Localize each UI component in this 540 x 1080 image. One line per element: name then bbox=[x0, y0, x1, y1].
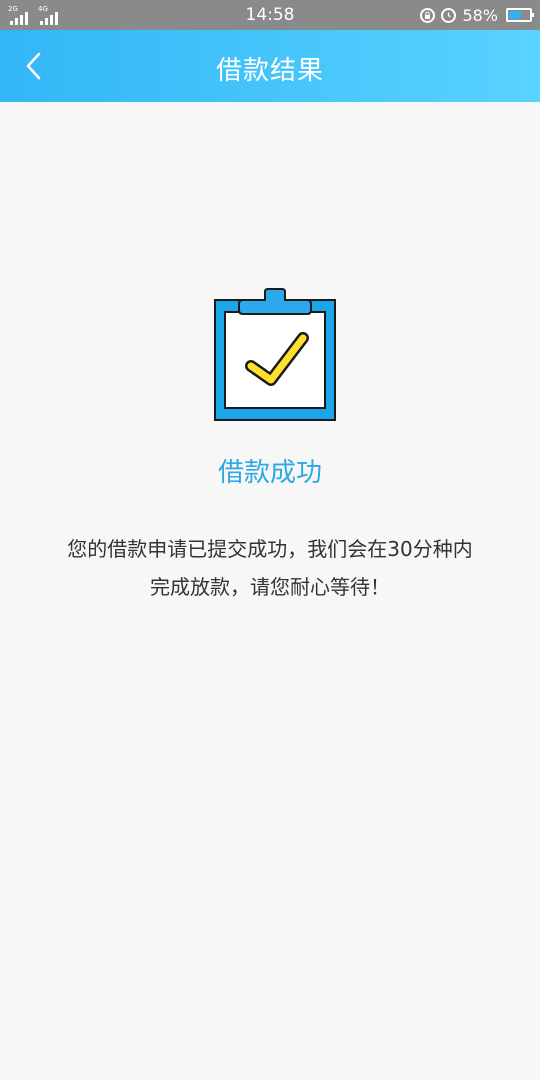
lock-rotation-icon bbox=[420, 7, 436, 23]
clipboard-check-icon bbox=[213, 288, 337, 424]
header-bar: 借款结果 bbox=[0, 30, 540, 102]
page-title: 借款结果 bbox=[215, 56, 324, 86]
status-bar: 2G 4G 14:58 58% bbox=[0, 0, 540, 30]
result-description: 您的借款申请已提交成功，我们会在30分种内完成放款，请您耐心等待！ bbox=[67, 537, 473, 599]
alarm-icon bbox=[441, 7, 457, 23]
status-time: 14:58 bbox=[245, 5, 295, 25]
battery-icon bbox=[506, 8, 534, 22]
battery-fill bbox=[509, 11, 521, 19]
result-title: 借款成功 bbox=[217, 458, 322, 488]
